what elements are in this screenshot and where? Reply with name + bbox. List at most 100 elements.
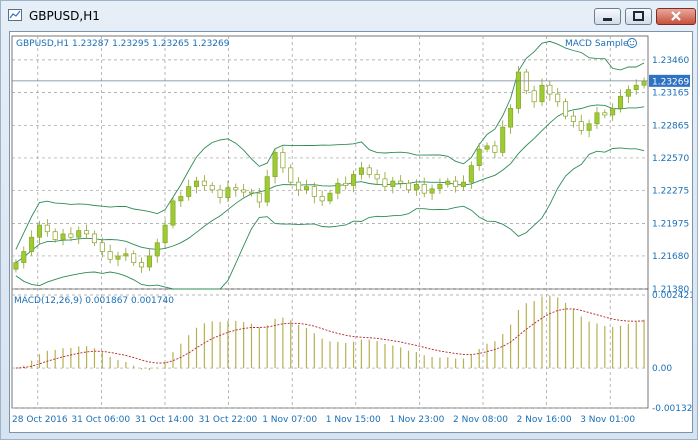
bull-candle <box>641 80 647 86</box>
bull-candle <box>633 84 639 90</box>
bull-candle <box>539 84 545 103</box>
bear-candle <box>139 262 145 268</box>
bull-candle <box>437 184 443 190</box>
close-icon <box>671 11 681 21</box>
bull-candle <box>186 186 192 197</box>
current-price-label: 1.23269 <box>652 77 689 87</box>
bull-candle <box>358 167 364 175</box>
price-tick-label: 1.23165 <box>652 88 689 98</box>
bull-candle <box>170 200 176 226</box>
bear-candle <box>343 182 349 186</box>
macd-tick-label: 0.002421 <box>652 291 692 301</box>
price-chart[interactable]: 1.23460 1.23165 1.22865 1.22570 1.22275 1.219… <box>10 32 692 432</box>
bull-candle <box>146 255 152 268</box>
title-bar[interactable]: GBPUSD,H1 <box>1 1 697 31</box>
bear-candle <box>382 178 388 187</box>
bear-candle <box>570 115 576 122</box>
minimize-button[interactable] <box>594 8 621 25</box>
time-tick-label: 3 Nov 01:00 <box>580 415 635 425</box>
bull-candle <box>29 236 35 252</box>
bear-candle <box>201 180 207 186</box>
bear-candle <box>52 231 58 240</box>
time-tick-label: 28 Oct 2016 <box>12 415 68 425</box>
chart-area[interactable]: 1.23460 1.23165 1.22865 1.22570 1.22275 1.219… <box>9 31 693 433</box>
bull-candle <box>610 108 616 116</box>
bull-candle <box>327 192 333 202</box>
bear-candle <box>311 186 317 197</box>
bear-candle <box>209 185 215 191</box>
maximize-button[interactable] <box>625 8 652 25</box>
bull-candle <box>508 108 514 128</box>
bull-candle <box>21 251 27 263</box>
bear-candle <box>406 182 412 191</box>
time-tick-label: 1 Nov 07:00 <box>262 415 317 425</box>
bull-candle <box>225 187 231 198</box>
bear-candle <box>248 191 254 194</box>
price-tick-label: 1.23460 <box>652 56 689 66</box>
bull-candle <box>194 180 200 187</box>
bear-candle <box>453 180 459 187</box>
bear-candle <box>91 233 97 244</box>
band-middle <box>15 104 645 263</box>
bear-candle <box>555 93 561 103</box>
bull-candle <box>264 176 270 203</box>
bull-candle <box>476 148 482 166</box>
indicator-name: MACD Sample <box>565 39 629 49</box>
time-tick-label: 2 Nov 08:00 <box>453 415 508 425</box>
bear-candle <box>374 174 380 180</box>
smiley-icon <box>627 38 637 48</box>
bear-candle <box>492 145 498 153</box>
time-tick-label: 1 Nov 23:00 <box>389 415 444 425</box>
price-tick-label: 1.22275 <box>652 186 689 196</box>
bear-candle <box>523 71 529 92</box>
bear-candle <box>107 251 113 260</box>
bear-candle <box>288 167 294 183</box>
bull-candle <box>115 255 121 260</box>
bull-candle <box>413 184 419 191</box>
macd-tick-label: 0.00 <box>652 364 672 374</box>
time-tick-label: 31 Oct 06:00 <box>71 415 130 425</box>
price-tick-label: 1.21680 <box>652 252 689 262</box>
time-tick-label: 2 Nov 16:00 <box>517 415 572 425</box>
bull-candle <box>154 242 160 257</box>
macd-tick-label: -0.001323 <box>652 404 692 414</box>
bull-candle <box>76 230 82 238</box>
bull-candle <box>13 262 19 270</box>
bull-candle <box>586 123 592 131</box>
bull-candle <box>123 253 129 257</box>
bear-candle <box>44 224 50 233</box>
bull-candle <box>272 152 278 178</box>
bear-candle <box>319 196 325 202</box>
bull-candle <box>484 145 490 150</box>
bull-candle <box>429 188 435 194</box>
bear-candle <box>256 192 262 203</box>
bull-candle <box>351 174 357 186</box>
bear-candle <box>68 233 74 238</box>
time-tick-label: 1 Nov 15:00 <box>326 415 381 425</box>
bull-candle <box>36 224 42 238</box>
bull-candle <box>162 224 168 244</box>
bear-candle <box>563 101 569 117</box>
bull-candle <box>390 180 396 187</box>
bear-candle <box>280 152 286 169</box>
bear-candle <box>241 189 247 193</box>
close-button[interactable] <box>656 8 696 25</box>
bear-candle <box>233 187 239 191</box>
bear-candle <box>131 253 137 263</box>
time-tick-label: 31 Oct 22:00 <box>199 415 258 425</box>
bull-candle <box>594 112 600 125</box>
macd-label: MACD(12,26,9) 0.001867 0.001740 <box>14 296 174 306</box>
minimize-icon <box>603 18 612 21</box>
bull-candle <box>60 233 66 240</box>
bear-candle <box>602 112 608 116</box>
bear-candle <box>366 167 372 175</box>
price-plot-frame <box>11 35 649 290</box>
bull-candle <box>445 180 451 185</box>
bear-candle <box>296 181 302 191</box>
bear-candle <box>421 184 427 194</box>
time-tick-label: 31 Oct 14:00 <box>135 415 194 425</box>
bear-candle <box>84 230 90 235</box>
bull-candle <box>335 182 341 194</box>
bear-candle <box>578 121 584 131</box>
chart-window: GBPUSD,H1 1.23460 1.23165 1.22865 1.22570 1.… <box>0 0 698 440</box>
